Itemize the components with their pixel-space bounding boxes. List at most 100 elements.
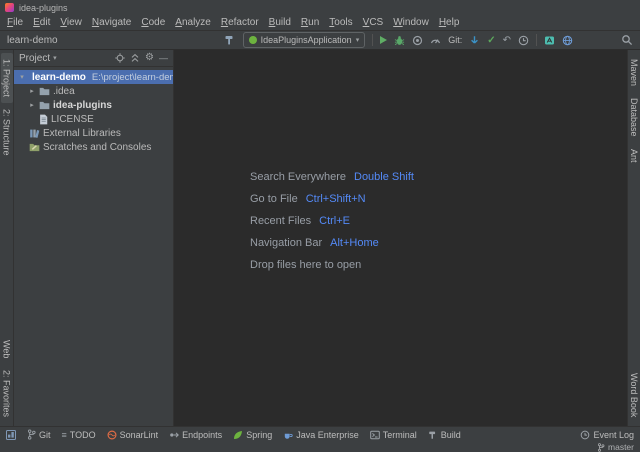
hide-panel-icon[interactable]: — — [159, 54, 168, 63]
profiler-button[interactable] — [430, 35, 441, 46]
sonarlint-icon — [107, 430, 117, 440]
git-group-label: Git: — [448, 35, 462, 45]
tool-button-web[interactable]: Web — [1, 334, 13, 364]
menu-item-edit[interactable]: Edit — [28, 17, 55, 28]
menu-item-refactor[interactable]: Refactor — [216, 17, 264, 28]
tool-button-label: Build — [441, 430, 461, 440]
event-log-clock-icon — [580, 430, 590, 440]
shortcut-line: Drop files here to open — [250, 254, 414, 276]
scratches-icon — [29, 142, 40, 152]
tree-row-idea[interactable]: ▸ .idea — [14, 84, 173, 98]
tool-button-label: Terminal — [383, 430, 417, 440]
tool-window-switcher-icon[interactable] — [6, 430, 16, 440]
tool-button-maven[interactable]: Maven — [628, 53, 640, 92]
tool-button-database[interactable]: Database — [628, 92, 640, 143]
tree-row-license[interactable]: LICENSE — [14, 112, 173, 126]
tool-button-git[interactable]: Git — [27, 429, 51, 440]
navigation-breadcrumb[interactable]: learn-demo — [7, 35, 58, 46]
git-branch-name: master — [608, 442, 634, 452]
debug-button[interactable] — [394, 35, 405, 46]
tool-button-ant[interactable]: Ant — [628, 143, 640, 169]
menu-item-run[interactable]: Run — [296, 17, 324, 28]
status-bar: master — [0, 442, 640, 452]
tool-button-event-log[interactable]: Event Log — [580, 430, 634, 440]
folder-icon — [39, 86, 50, 96]
translation-plugin-icon[interactable] — [544, 35, 555, 46]
tool-button-project[interactable]: 1: Project — [1, 53, 13, 103]
menu-item-tools[interactable]: Tools — [324, 17, 357, 28]
spring-leaf-icon — [233, 430, 243, 440]
empty-editor-shortcuts: Search Everywhere Double Shift Go to File… — [250, 166, 414, 276]
tool-button-label: SonarLint — [120, 430, 159, 440]
tool-button-label: Endpoints — [182, 430, 222, 440]
menu-item-navigate[interactable]: Navigate — [87, 17, 136, 28]
tool-button-sonarlint[interactable]: SonarLint — [107, 430, 159, 440]
chevron-down-icon[interactable]: ▾ — [18, 73, 26, 81]
run-with-coverage-button[interactable] — [412, 35, 423, 46]
tool-button-endpoints[interactable]: Endpoints — [169, 430, 222, 440]
left-tool-stripe: 1: Project 2: Structure Web 2: Favorites — [0, 50, 14, 426]
tool-button-java-enterprise[interactable]: Java Enterprise — [283, 430, 359, 440]
shortcut-label: Search Everywhere — [250, 171, 346, 183]
search-everywhere-icon[interactable] — [621, 34, 633, 46]
chevron-down-icon: ▾ — [356, 36, 360, 44]
tree-row-scratches[interactable]: Scratches and Consoles — [14, 140, 173, 154]
run-configuration-label: IdeaPluginsApplication — [261, 35, 352, 45]
git-branch-widget[interactable]: master — [597, 442, 634, 452]
tree-row-learn-demo[interactable]: ▾ learn-demo E:\project\learn-demo — [14, 70, 173, 84]
tool-button-todo[interactable]: ≡ TODO — [62, 430, 96, 440]
window-title: idea-plugins — [19, 3, 68, 13]
build-hammer-icon[interactable] — [224, 34, 236, 46]
tree-row-idea-plugins[interactable]: ▸ idea-plugins — [14, 98, 173, 112]
app-logo-icon — [5, 3, 14, 12]
gear-icon[interactable]: ⚙ — [145, 53, 154, 63]
run-button[interactable] — [380, 36, 387, 44]
project-tool-window: Project ▾ ⚙ — ▾ learn-demo — [14, 50, 174, 426]
browser-plugin-icon[interactable] — [562, 35, 573, 46]
shortcut-label: Navigation Bar — [250, 237, 322, 249]
menu-item-vcs[interactable]: VCS — [358, 17, 389, 28]
menu-item-code[interactable]: Code — [136, 17, 170, 28]
editor-area[interactable]: Search Everywhere Double Shift Go to File… — [174, 50, 627, 426]
menu-item-analyze[interactable]: Analyze — [170, 17, 216, 28]
menu-item-help[interactable]: Help — [434, 17, 465, 28]
vcs-update-button[interactable] — [469, 35, 480, 46]
chevron-right-icon[interactable]: ▸ — [28, 87, 36, 95]
collapse-all-icon[interactable] — [130, 53, 140, 63]
shortcut-line: Go to File Ctrl+Shift+N — [250, 188, 414, 210]
tool-button-label: TODO — [70, 430, 96, 440]
tree-item-label: External Libraries — [43, 128, 121, 139]
hammer-icon — [428, 430, 438, 440]
vcs-commit-button[interactable]: ✓ — [487, 35, 495, 46]
tool-button-label: Event Log — [593, 430, 634, 440]
tool-button-word-book[interactable]: Word Book — [628, 367, 640, 423]
run-configuration-select[interactable]: IdeaPluginsApplication ▾ — [243, 32, 366, 48]
tree-item-label: idea-plugins — [53, 100, 112, 111]
shortcut-keys: Double Shift — [354, 171, 414, 183]
menu-item-view[interactable]: View — [55, 17, 87, 28]
chevron-down-icon[interactable]: ▾ — [53, 54, 57, 62]
shortcut-label: Go to File — [250, 193, 298, 205]
menu-bar: File Edit View Navigate Code Analyze Ref… — [0, 15, 640, 30]
locate-file-icon[interactable] — [115, 53, 125, 63]
tool-button-favorites[interactable]: 2: Favorites — [1, 364, 13, 423]
title-bar: idea-plugins — [0, 0, 640, 15]
shortcut-keys: Ctrl+Shift+N — [306, 193, 366, 205]
tool-button-terminal[interactable]: Terminal — [370, 430, 417, 440]
tree-row-external-libraries[interactable]: External Libraries — [14, 126, 173, 140]
project-panel-title[interactable]: Project — [19, 53, 50, 64]
menu-item-window[interactable]: Window — [388, 17, 434, 28]
menu-item-file[interactable]: File — [2, 17, 28, 28]
java-enterprise-icon — [283, 430, 293, 440]
tool-button-structure[interactable]: 2: Structure — [1, 103, 13, 162]
tree-item-label: learn-demo — [32, 72, 86, 83]
chevron-right-icon[interactable]: ▸ — [28, 101, 36, 109]
tool-button-spring[interactable]: Spring — [233, 430, 272, 440]
menu-item-build[interactable]: Build — [264, 17, 296, 28]
tool-button-build[interactable]: Build — [428, 430, 461, 440]
vcs-revert-button[interactable]: ↶ — [503, 35, 511, 46]
toolbar-separator — [372, 34, 373, 46]
project-panel-header: Project ▾ ⚙ — — [14, 50, 173, 67]
tree-item-label: Scratches and Consoles — [43, 142, 151, 153]
vcs-history-button[interactable] — [518, 35, 529, 46]
